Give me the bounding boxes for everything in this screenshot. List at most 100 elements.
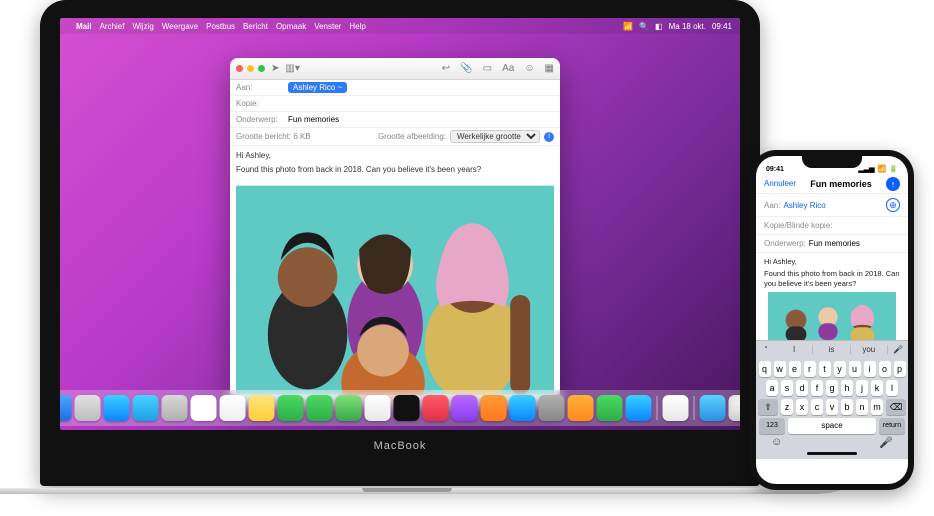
key-n[interactable]: n [856,399,868,415]
key-y[interactable]: y [834,361,846,377]
predict-word[interactable]: is [813,345,850,354]
compose-body[interactable]: Hi Ashley, Found this photo from back in… [756,253,908,290]
key-t[interactable]: t [819,361,831,377]
dock-app-reminders[interactable] [220,395,246,421]
attach-icon[interactable]: 📎 [460,63,472,74]
mic-key[interactable]: 🎤 [879,436,893,449]
key-d[interactable]: d [796,380,808,396]
dock-app-notes[interactable] [249,395,275,421]
dock-trash[interactable] [729,395,741,421]
key-z[interactable]: z [781,399,793,415]
cc-input[interactable] [288,99,554,108]
info-icon[interactable]: i [544,132,554,142]
subject-input[interactable] [288,115,554,124]
predict-word[interactable]: I [776,345,813,354]
key-l[interactable]: l [886,380,898,396]
menubar-item[interactable]: Bericht [243,22,268,31]
close-button[interactable] [236,65,243,72]
format-icon[interactable]: Aa [502,63,514,74]
dock-app-contacts[interactable] [162,395,188,421]
dock-app-maps[interactable] [336,395,362,421]
key-b[interactable]: b [841,399,853,415]
emoji-icon[interactable]: ☺ [524,63,534,74]
recipient-chip[interactable]: Ashley Rico ~ [288,82,347,93]
minimize-button[interactable] [247,65,254,72]
dock-app-appstore[interactable] [510,395,536,421]
dock-app-pages[interactable] [568,395,594,421]
reply-icon[interactable]: ↩︎ [442,63,450,74]
dock-app-keynote[interactable] [626,395,652,421]
key-k[interactable]: k [871,380,883,396]
menubar-item[interactable]: Help [349,22,365,31]
dock-app-calendar[interactable] [191,395,217,421]
predict-quote[interactable]: “ [756,345,776,354]
menubar-item[interactable]: Wijzig [132,22,153,31]
key-o[interactable]: o [879,361,891,377]
subject-row[interactable]: Onderwerp: Fun memories [756,235,908,253]
add-recipient-button[interactable]: ⊕ [886,198,900,212]
zoom-button[interactable] [258,65,265,72]
dock-app-messages[interactable] [307,395,333,421]
dock-downloads[interactable] [700,395,726,421]
menubar-item[interactable]: Venster [314,22,341,31]
dock-app-podcasts[interactable] [452,395,478,421]
send-button[interactable]: ↑ [886,177,900,191]
attached-photo[interactable] [764,292,900,340]
key-g[interactable]: g [826,380,838,396]
emoji-key[interactable]: ☺ [771,436,782,449]
dock-app-finder[interactable] [60,395,72,421]
dock-app-books[interactable] [481,395,507,421]
control-center-icon[interactable]: ◧ [655,22,663,31]
menubar-time[interactable]: 09:41 [712,22,732,31]
dock-app-recent[interactable] [663,395,689,421]
mail-compose-window[interactable]: ➤ ▥▾ ↩︎ 📎 ▭ Aa ☺ ▦ Aan: Ashley Rico ~ [230,58,560,404]
key-i[interactable]: i [864,361,876,377]
key-c[interactable]: c [811,399,823,415]
menubar-item[interactable]: Weergave [162,22,198,31]
key-w[interactable]: w [774,361,786,377]
send-icon[interactable]: ➤ [271,63,279,74]
menubar-app-name[interactable]: Mail [76,22,92,31]
dock-app-settings[interactable] [539,395,565,421]
key-p[interactable]: p [894,361,906,377]
predict-word[interactable]: you [851,345,888,354]
wifi-icon[interactable]: 📶 [623,22,633,31]
menubar-item[interactable]: Opmaak [276,22,306,31]
key-h[interactable]: h [841,380,853,396]
key-v[interactable]: v [826,399,838,415]
key-j[interactable]: j [856,380,868,396]
cancel-button[interactable]: Annuleer [764,179,796,188]
key-q[interactable]: q [759,361,771,377]
dictation-icon[interactable]: 🎤 [888,345,908,354]
dock-app-safari[interactable] [104,395,130,421]
to-row[interactable]: Aan: Ashley Rico ~ [230,80,560,96]
menubar-item[interactable]: Postbus [206,22,235,31]
key-s[interactable]: s [781,380,793,396]
to-row[interactable]: Aan: Ashley Rico ⊕ [756,194,908,217]
key-a[interactable]: a [766,380,778,396]
dock-app-mail[interactable] [133,395,159,421]
cc-bcc-row[interactable]: Kopie/Blinde kopie: [756,217,908,235]
dock-app-photos[interactable] [365,395,391,421]
header-dropdown-icon[interactable]: ▥▾ [285,63,299,74]
dock-app-facetime[interactable] [278,395,304,421]
cc-row[interactable]: Kopie: [230,96,560,112]
backspace-key[interactable]: ⌫ [886,399,906,415]
dock-app-music[interactable] [423,395,449,421]
key-x[interactable]: x [796,399,808,415]
spotlight-icon[interactable]: 🔍 [639,22,649,31]
return-key[interactable]: return [879,418,905,434]
space-key[interactable]: space [788,418,876,434]
key-u[interactable]: u [849,361,861,377]
shift-key[interactable]: ⇧ [758,399,778,415]
subject-value[interactable]: Fun memories [809,239,860,248]
menubar-item[interactable]: Archief [100,22,125,31]
image-size-select[interactable]: Werkelijke grootte [450,130,540,143]
key-e[interactable]: e [789,361,801,377]
compose-body[interactable]: Hi Ashley, Found this photo from back in… [230,146,560,181]
dock-app-numbers[interactable] [597,395,623,421]
insert-photo-icon[interactable]: ▭ [483,63,492,74]
key-m[interactable]: m [871,399,883,415]
home-indicator[interactable] [807,452,857,455]
menubar-date[interactable]: Ma 18 okt. [669,22,706,31]
